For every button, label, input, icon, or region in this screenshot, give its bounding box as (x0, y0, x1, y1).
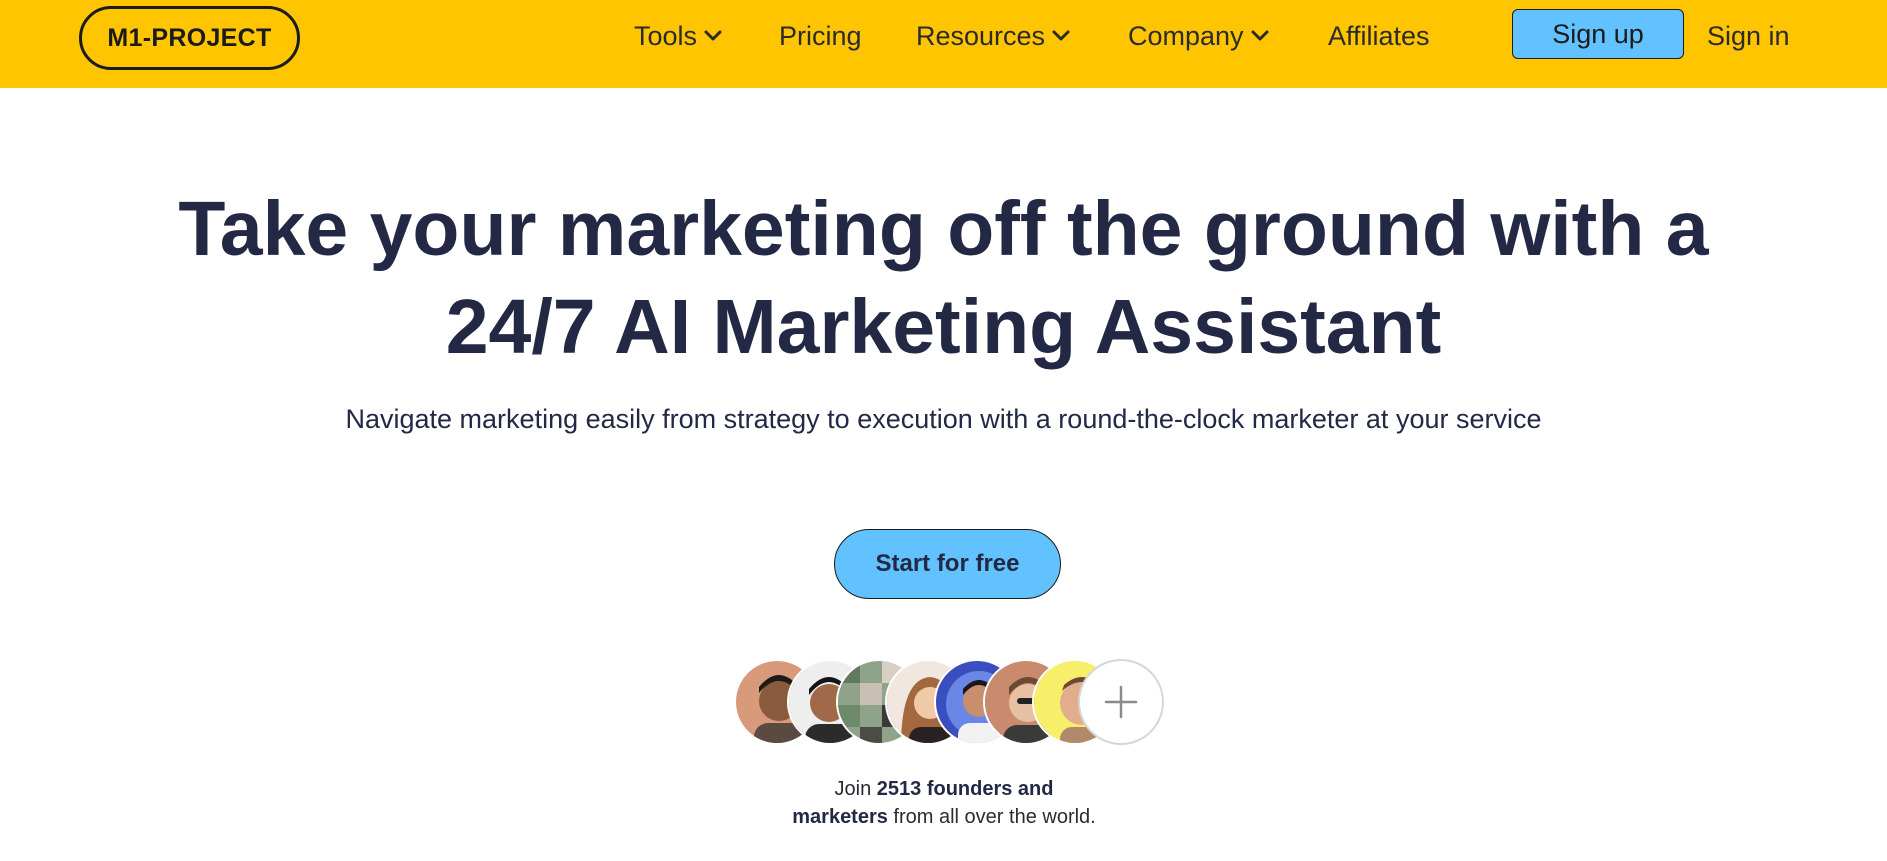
hero-subtitle: Navigate marketing easily from strategy … (345, 404, 1542, 434)
nav-company-label: Company (1128, 20, 1244, 51)
nav-resources[interactable]: Resources (916, 16, 1070, 56)
nav-affiliates-label: Affiliates (1328, 20, 1430, 51)
chevron-down-icon (704, 30, 722, 41)
chevron-down-icon (1052, 30, 1070, 41)
nav-pricing-label: Pricing (779, 20, 862, 51)
nav-tools-label: Tools (634, 20, 698, 51)
start-for-free-button[interactable]: Start for free (834, 529, 1061, 599)
hero-title-line2: 24/7 AI Marketing Assistant (445, 284, 1442, 370)
social-proof-text: Join 2513 founders and marketers from all… (744, 775, 1144, 831)
nav-company[interactable]: Company (1128, 16, 1269, 56)
nav-tools[interactable]: Tools (634, 16, 722, 56)
chevron-down-icon (1251, 30, 1269, 41)
join-suffix: from all over the world. (887, 806, 1096, 828)
avatar-group (734, 659, 1164, 747)
brand-logo[interactable]: M1-PROJECT (79, 6, 300, 70)
hero-title: Take your marketing off the ground with … (0, 180, 1887, 376)
nav-pricing[interactable]: Pricing (779, 16, 862, 56)
join-prefix: Join (834, 778, 877, 800)
add-more-avatar-button[interactable] (1078, 659, 1164, 745)
plus-icon (1104, 685, 1138, 719)
join-audience: marketers (792, 806, 888, 828)
signup-button[interactable]: Sign up (1512, 9, 1684, 59)
signin-link[interactable]: Sign in (1707, 16, 1790, 56)
nav-affiliates[interactable]: Affiliates (1328, 16, 1430, 56)
nav-resources-label: Resources (916, 20, 1046, 51)
join-count: 2513 founders and (876, 778, 1054, 800)
top-navbar: M1-PROJECT Tools Pricing Resources Compa… (0, 0, 1887, 88)
hero-title-line1: Take your marketing off the ground with … (178, 186, 1709, 272)
